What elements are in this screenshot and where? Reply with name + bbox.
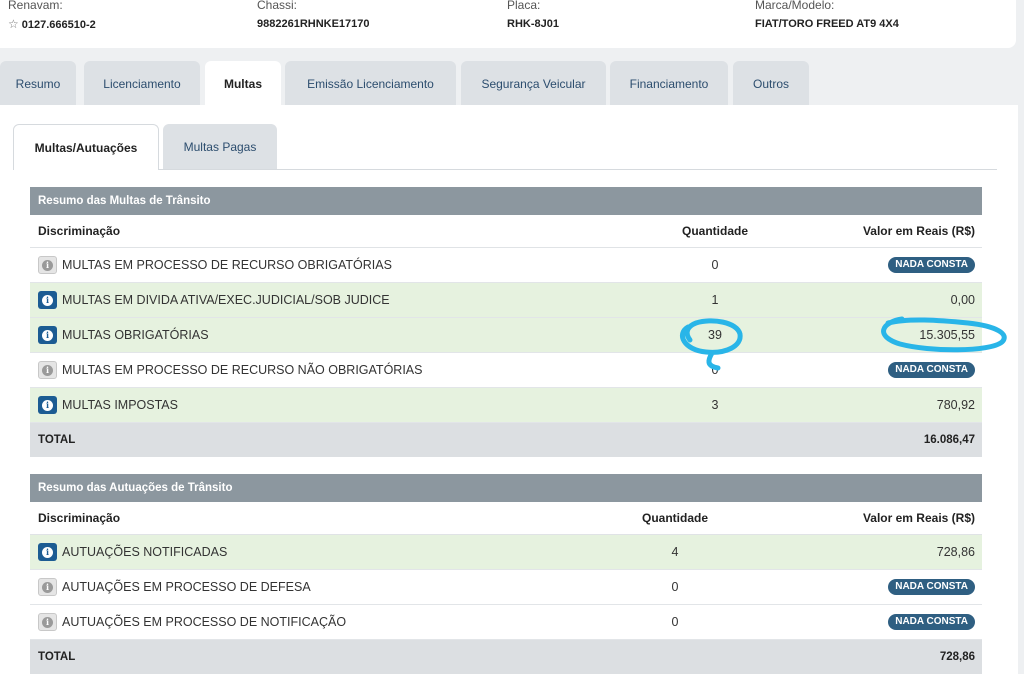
col-valor: Valor em Reais (R$)	[862, 511, 975, 525]
subtab-divider	[159, 169, 997, 170]
row-quantity: 4	[671, 545, 679, 559]
row-quantity: 39	[708, 328, 722, 342]
info-icon[interactable]: i	[38, 291, 57, 309]
infractions-summary-table: Resumo das Autuações de Trânsito Discrim…	[30, 474, 982, 674]
renavam-field: Renavam: ☆ 0127.666510-2	[8, 0, 96, 32]
info-icon[interactable]: i	[38, 256, 57, 274]
infractions-total-row: TOTAL 728,86	[30, 640, 982, 674]
row-description: AUTUAÇÕES EM PROCESSO DE DEFESA	[62, 580, 311, 594]
vehicle-header: Renavam: ☆ 0127.666510-2 Chassi: 9882261R…	[0, 0, 1016, 48]
tab-seguranca-veicular[interactable]: Segurança Veicular	[461, 61, 606, 106]
row-description: MULTAS EM PROCESSO DE RECURSO OBRIGATÓRI…	[62, 258, 392, 272]
table-row: i MULTAS EM PROCESSO DE RECURSO NÃO OBRI…	[30, 353, 982, 388]
total-label: TOTAL	[38, 651, 76, 663]
table-row: i MULTAS EM DIVIDA ATIVA/EXEC.JUDICIAL/S…	[30, 283, 982, 318]
chassi-field: Chassi: 9882261RHNKE17170	[257, 0, 370, 31]
subtab-multas-autuacoes[interactable]: Multas/Autuações	[13, 124, 159, 170]
row-value: 15.305,55	[919, 328, 975, 342]
table-row: i MULTAS IMPOSTAS 3 780,92	[30, 388, 982, 423]
col-quantidade: Quantidade	[681, 224, 748, 238]
fines-summary-title: Resumo das Multas de Trânsito	[30, 187, 982, 215]
row-quantity: 0	[711, 258, 719, 272]
fines-summary-table: Resumo das Multas de Trânsito Discrimina…	[30, 187, 982, 457]
row-quantity: 1	[711, 293, 719, 307]
table-row: i AUTUAÇÕES EM PROCESSO DE NOTIFICAÇÃO 0…	[30, 605, 982, 640]
row-value: 0,00	[950, 293, 975, 307]
table-row: i MULTAS OBRIGATÓRIAS 39 15.305,55	[30, 318, 982, 353]
total-value: 728,86	[939, 651, 975, 663]
fines-header-row: Discriminação Quantidade Valor em Reais …	[30, 215, 982, 248]
col-quantidade: Quantidade	[641, 511, 708, 525]
marca-label: Marca/Modelo:	[755, 0, 835, 12]
placa-label: Placa:	[507, 0, 541, 12]
infractions-summary-title: Resumo das Autuações de Trânsito	[30, 474, 982, 502]
info-icon[interactable]: i	[38, 578, 57, 596]
nada-consta-badge: NADA CONSTA	[888, 257, 975, 273]
table-row: i AUTUAÇÕES EM PROCESSO DE DEFESA 0 NADA…	[30, 570, 982, 605]
marca-field: Marca/Modelo: FIAT/TORO FREED AT9 4X4	[755, 0, 899, 31]
total-label: TOTAL	[38, 434, 76, 446]
tab-resumo[interactable]: Resumo	[0, 61, 76, 106]
chassi-value: 9882261RHNKE17170	[257, 18, 370, 30]
star-icon[interactable]: ☆	[8, 17, 19, 31]
renavam-value: 0127.666510-2	[21, 19, 96, 31]
row-value: 728,86	[936, 545, 975, 559]
info-icon[interactable]: i	[38, 326, 57, 344]
tab-multas[interactable]: Multas	[205, 61, 281, 107]
info-icon[interactable]: i	[38, 613, 57, 631]
tab-financiamento[interactable]: Financiamento	[610, 61, 728, 106]
nada-consta-badge: NADA CONSTA	[888, 614, 975, 630]
col-discriminacao: Discriminação	[38, 224, 121, 238]
row-quantity: 0	[671, 615, 679, 629]
info-icon[interactable]: i	[38, 361, 57, 379]
row-description: MULTAS EM PROCESSO DE RECURSO NÃO OBRIGA…	[62, 363, 423, 377]
placa-field: Placa: RHK-8J01	[507, 0, 559, 31]
row-description: MULTAS IMPOSTAS	[62, 398, 178, 412]
col-discriminacao: Discriminação	[38, 511, 121, 525]
placa-value: RHK-8J01	[507, 18, 559, 30]
row-value: 780,92	[936, 398, 975, 412]
tab-licenciamento[interactable]: Licenciamento	[84, 61, 200, 106]
marca-value: FIAT/TORO FREED AT9 4X4	[755, 18, 899, 30]
nada-consta-badge: NADA CONSTA	[888, 579, 975, 595]
row-description: AUTUAÇÕES NOTIFICADAS	[62, 545, 228, 559]
info-icon[interactable]: i	[38, 396, 57, 414]
row-description: MULTAS EM DIVIDA ATIVA/EXEC.JUDICIAL/SOB…	[62, 293, 390, 307]
tab-outros[interactable]: Outros	[733, 61, 809, 106]
row-quantity: 0	[671, 580, 679, 594]
chassi-label: Chassi:	[257, 0, 298, 12]
infractions-header-row: Discriminação Quantidade Valor em Reais …	[30, 502, 982, 535]
multas-panel: Multas/Autuações Multas Pagas Resumo das…	[0, 105, 1018, 674]
info-icon[interactable]: i	[38, 543, 57, 561]
row-description: MULTAS OBRIGATÓRIAS	[62, 328, 209, 342]
nada-consta-badge: NADA CONSTA	[888, 362, 975, 378]
table-row: i AUTUAÇÕES NOTIFICADAS 4 728,86	[30, 535, 982, 570]
row-quantity: 3	[711, 398, 719, 412]
row-quantity: 0	[711, 363, 719, 377]
col-valor: Valor em Reais (R$)	[862, 224, 975, 238]
renavam-label: Renavam:	[8, 0, 63, 12]
subtab-multas-pagas[interactable]: Multas Pagas	[163, 124, 277, 169]
row-description: AUTUAÇÕES EM PROCESSO DE NOTIFICAÇÃO	[62, 615, 347, 629]
tab-emissao-licenciamento[interactable]: Emissão Licenciamento	[285, 61, 456, 106]
total-value: 16.086,47	[923, 434, 975, 446]
fines-total-row: TOTAL 16.086,47	[30, 423, 982, 457]
table-row: i MULTAS EM PROCESSO DE RECURSO OBRIGATÓ…	[30, 248, 982, 283]
